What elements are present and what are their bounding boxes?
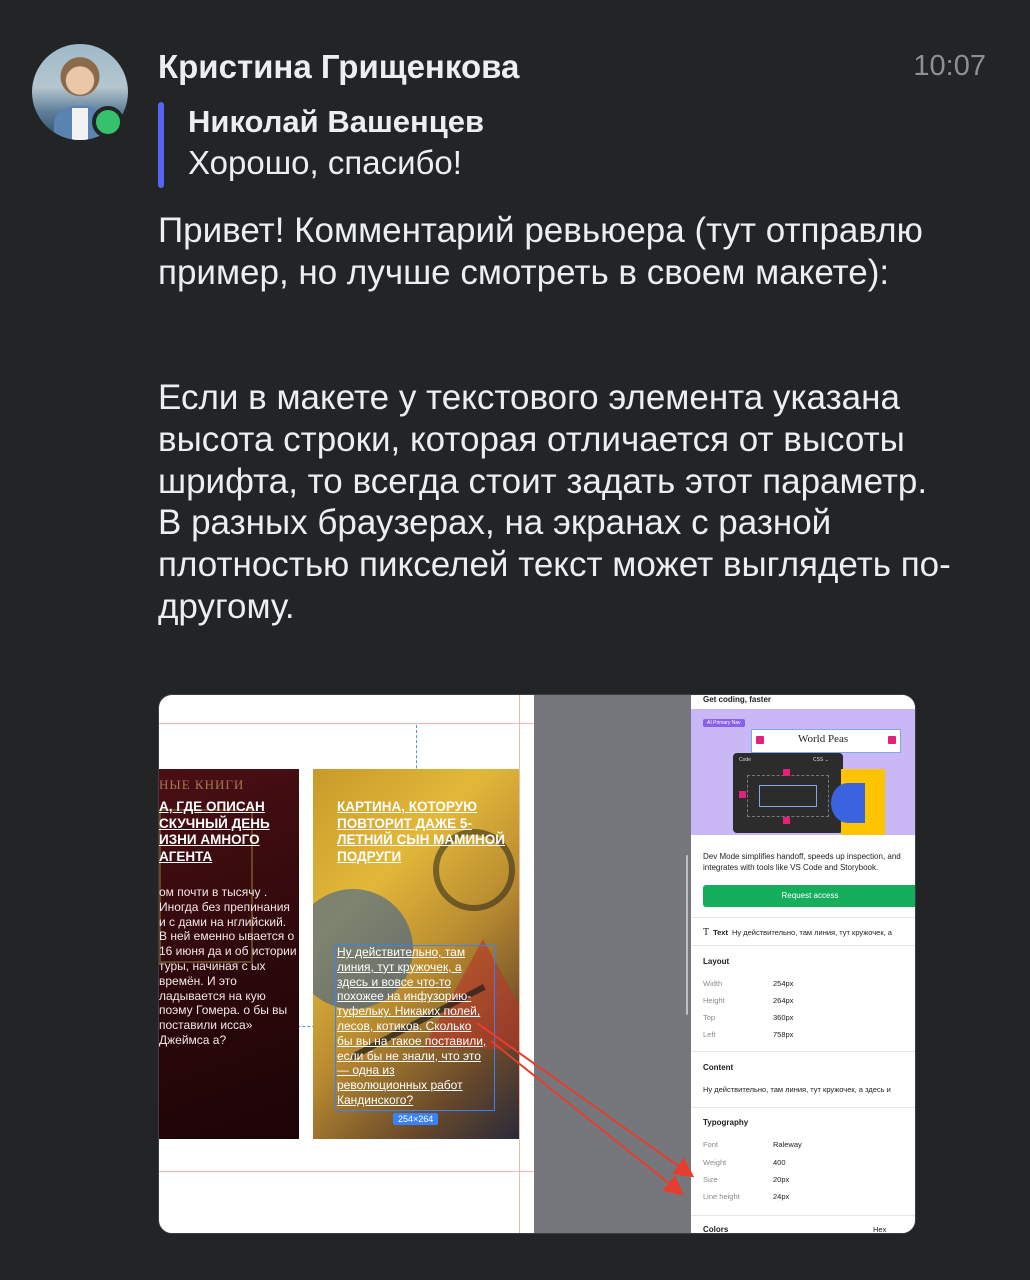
pink-marker-icon <box>783 769 790 776</box>
dev-promo-illustration: AI Primary Nav World Peas Code CSS ⌄ <box>691 709 915 835</box>
card-text: ом почти в тысячу . Иногда без препинани… <box>159 885 297 1047</box>
online-status-icon <box>92 106 124 138</box>
sender-name[interactable]: Кристина Грищенкова <box>158 48 519 86</box>
text-layer-value: Ну действительно, там линия, тут кружоче… <box>731 928 892 937</box>
typography-section-title: Typography <box>703 1118 749 1127</box>
size-label: Size <box>703 1175 718 1184</box>
content-section-title: Content <box>703 1063 734 1072</box>
dev-description: Dev Mode simplifies handoff, speeds up i… <box>703 852 901 872</box>
line-height-value[interactable]: 24px <box>773 1192 789 1201</box>
layout-left-label: Left <box>703 1030 716 1039</box>
layout-guide <box>159 1171 534 1172</box>
pink-marker-icon <box>783 817 790 824</box>
box-model-inner <box>759 785 817 807</box>
divider <box>691 945 915 946</box>
font-label: Font <box>703 1140 719 1149</box>
promo-code-title: Code <box>739 757 751 763</box>
divider <box>691 1215 915 1216</box>
scrollbar[interactable] <box>686 855 688 1015</box>
text-type-icon: T <box>703 927 710 938</box>
dev-panel-heading: Get coding, faster <box>703 695 772 704</box>
layout-height-value[interactable]: 264px <box>773 996 793 1005</box>
layout-guide <box>519 695 520 1233</box>
canvas-background <box>534 695 691 1233</box>
text-layer-label: Text <box>713 928 728 937</box>
content-value[interactable]: Ну действительно, там линия, тут кружоче… <box>703 1085 915 1094</box>
layout-width-label: Width <box>703 979 723 988</box>
article-card-left[interactable]: НЫЕ КНИГИ А, ГДЕ ОПИСАН СКУЧНЫЙ ДЕНЬ ИЗН… <box>159 769 299 1139</box>
line-height-label: Line height <box>703 1192 740 1201</box>
size-value[interactable]: 20px <box>773 1175 789 1184</box>
colors-format[interactable]: Hex <box>873 1225 886 1233</box>
layout-section-title: Layout <box>703 957 730 966</box>
image-attachment[interactable]: НЫЕ КНИГИ А, ГДЕ ОПИСАН СКУЧНЫЙ ДЕНЬ ИЗН… <box>158 694 916 1234</box>
layout-height-label: Height <box>703 996 725 1005</box>
reply-quote-bar <box>158 102 164 188</box>
card-title[interactable]: А, ГДЕ ОПИСАН СКУЧНЫЙ ДЕНЬ ИЗНИ АМНОГО А… <box>159 799 297 865</box>
promo-code-window: Code CSS ⌄ <box>733 753 843 833</box>
message-paragraph: Если в макете у текстового элемента указ… <box>158 378 951 626</box>
card-title[interactable]: КАРТИНА, КОТОРУЮ ПОВТОРИТ ДАЖЕ 5-ЛЕТНИЙ … <box>337 799 507 865</box>
avatar-shirt <box>72 108 88 140</box>
reply-author[interactable]: Николай Вашенцев <box>188 104 484 140</box>
promo-banner: World Peas <box>751 729 901 753</box>
promo-code-lang: CSS ⌄ <box>813 757 829 763</box>
promo-shape <box>831 783 865 823</box>
layout-top-value[interactable]: 360px <box>773 1013 793 1022</box>
pink-marker-icon <box>888 736 896 744</box>
message-paragraph: Привет! Комментарий ревьюера (тут отправ… <box>158 211 923 292</box>
weight-value[interactable]: 400 <box>773 1158 786 1167</box>
dev-mode-panel: Get coding, faster AI Primary Nav World … <box>691 695 915 1233</box>
colors-section-title: Colors <box>703 1225 729 1233</box>
promo-word: World Peas <box>798 733 849 745</box>
divider <box>691 1051 915 1052</box>
reply-text[interactable]: Хорошо, спасибо! <box>188 144 462 182</box>
layout-left-value[interactable]: 758px <box>773 1030 793 1039</box>
layout-width-value[interactable]: 254px <box>773 979 793 988</box>
weight-label: Weight <box>703 1158 727 1167</box>
font-value[interactable]: Raleway <box>773 1140 802 1149</box>
message-time: 10:07 <box>913 50 986 82</box>
selection-box <box>335 945 495 1111</box>
card-brand: НЫЕ КНИГИ <box>159 777 245 792</box>
size-badge: 254×264 <box>393 1113 439 1125</box>
pink-marker-icon <box>739 791 746 798</box>
layout-top-label: Top <box>703 1013 716 1022</box>
divider <box>691 917 915 918</box>
layout-guide <box>159 723 534 724</box>
pink-marker-icon <box>756 736 764 744</box>
divider <box>691 1107 915 1108</box>
text-layer-row[interactable]: T Text Ну действительно, там линия, тут кр… <box>703 927 915 938</box>
promo-tag: AI Primary Nav <box>703 719 745 727</box>
request-access-button[interactable]: Request access <box>703 885 915 907</box>
